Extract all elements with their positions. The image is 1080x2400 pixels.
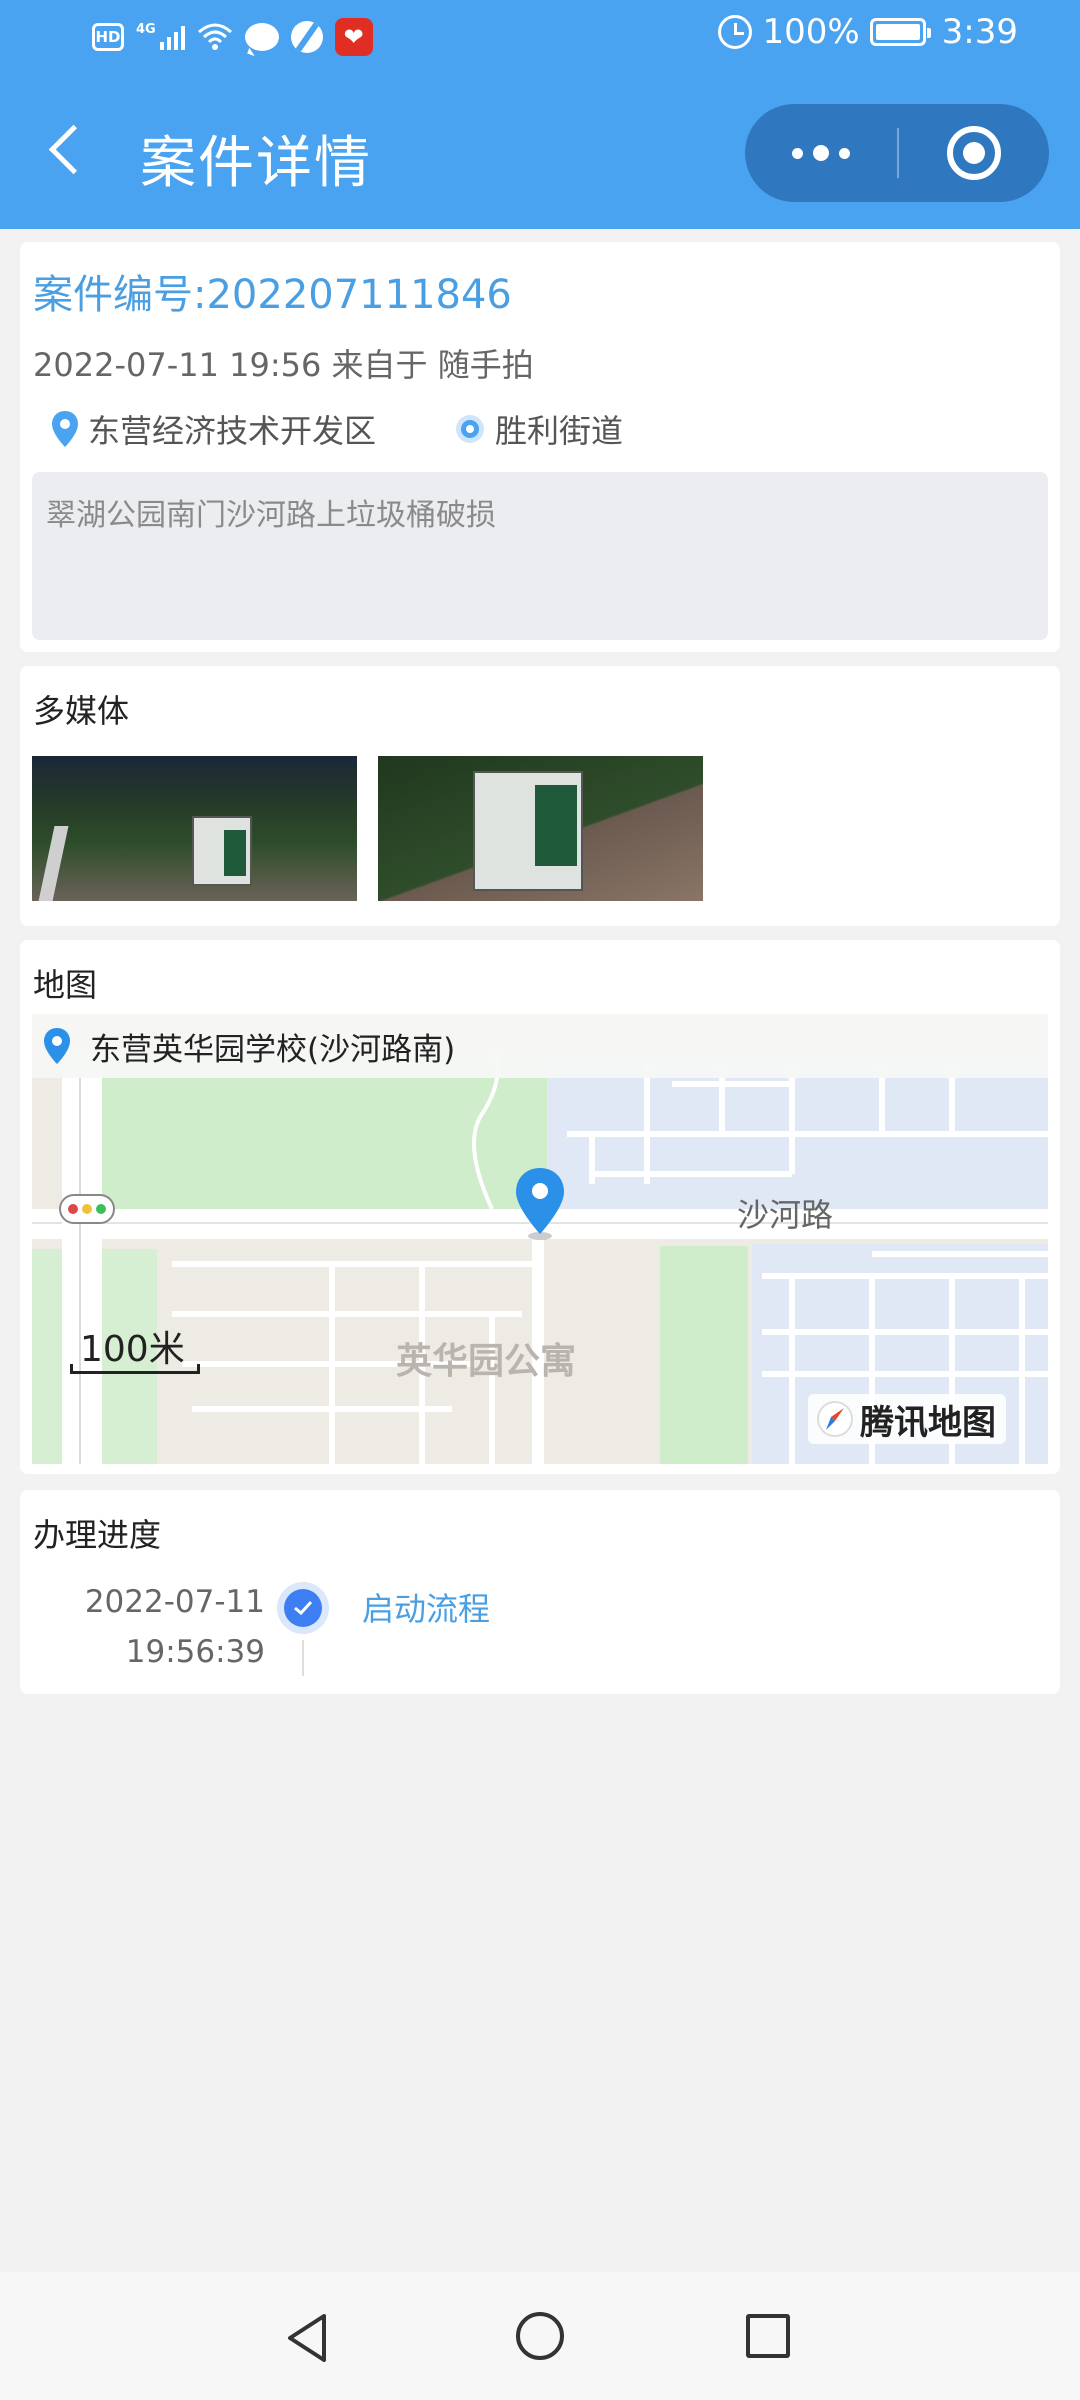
traffic-light-icon bbox=[59, 1194, 115, 1224]
map-place-name: 东营英华园学校(沙河路南) bbox=[90, 1031, 456, 1068]
message-icon bbox=[244, 23, 279, 51]
progress-section-title: 办理进度 bbox=[33, 1516, 162, 1554]
area-label: 英华园公寓 bbox=[396, 1341, 577, 1382]
media-thumbnail[interactable] bbox=[378, 756, 703, 901]
street-label: 胜利街道 bbox=[495, 412, 624, 450]
media-card: 多媒体 bbox=[20, 666, 1060, 926]
map-place-bar[interactable]: 东营英华园学校(沙河路南) bbox=[32, 1014, 1048, 1078]
street-target-icon bbox=[456, 415, 484, 443]
close-miniprogram-button[interactable] bbox=[899, 104, 1049, 202]
location-pin-icon bbox=[44, 1028, 70, 1064]
signal-icon bbox=[159, 24, 185, 50]
target-icon bbox=[947, 126, 1001, 180]
case-meta: 2022-07-11 19:56 来自于 随手拍 bbox=[33, 346, 534, 384]
media-section-title: 多媒体 bbox=[33, 692, 130, 730]
system-nav-bar bbox=[0, 2272, 1080, 2400]
status-bar-right: 100% 3:39 bbox=[718, 12, 1018, 52]
miniprogram-capsule bbox=[745, 104, 1049, 202]
media-thumbnail[interactable] bbox=[32, 756, 357, 901]
hd-icon: HD bbox=[92, 23, 124, 51]
battery-percent: 100% bbox=[762, 12, 860, 52]
progress-date: 2022-07-11 bbox=[84, 1584, 265, 1620]
map-provider-logo: 腾讯地图 bbox=[808, 1394, 1006, 1444]
map-view[interactable]: 东营英华园学校(沙河路南) 沙河路 英华园公寓 100米 腾讯地图 bbox=[32, 1014, 1048, 1464]
alarm-icon bbox=[718, 15, 753, 49]
nav-home-button[interactable] bbox=[516, 2312, 564, 2360]
check-icon bbox=[277, 1582, 329, 1634]
compass-icon bbox=[817, 1401, 853, 1437]
case-street: 胜利街道 bbox=[453, 406, 623, 452]
battery-icon bbox=[869, 18, 931, 46]
status-time: 3:39 bbox=[941, 12, 1018, 52]
case-description: 翠湖公园南门沙河路上垃圾桶破损 bbox=[32, 472, 1048, 640]
more-options-button[interactable] bbox=[745, 104, 897, 202]
nav-recent-apps-button[interactable] bbox=[746, 2314, 790, 2358]
nav-back-button[interactable] bbox=[280, 2308, 340, 2368]
shopping-app-icon: ❤ bbox=[334, 18, 373, 56]
map-card: 地图 东营英华园学校(沙河路南) 沙河路 英华园公寓 100米 腾讯地图 bbox=[20, 940, 1060, 1474]
network-type-label: 4G bbox=[136, 21, 156, 37]
back-button[interactable] bbox=[42, 120, 92, 184]
map-marker-icon bbox=[516, 1168, 564, 1240]
case-number: 案件编号:202207111846 bbox=[33, 272, 512, 318]
case-info-card: 案件编号:202207111846 2022-07-11 19:56 来自于 随… bbox=[20, 242, 1060, 652]
road-label: 沙河路 bbox=[737, 1196, 834, 1234]
progress-card: 办理进度 2022-07-11 19:56:39 启动流程 bbox=[20, 1490, 1060, 1694]
map-scale-bar bbox=[70, 1364, 200, 1374]
map-section-title: 地图 bbox=[33, 966, 98, 1004]
location-pin-icon bbox=[52, 411, 78, 447]
case-district: 东营经济技术开发区 bbox=[50, 406, 376, 452]
app-header: HD 4G ❤ 100% 3:39 案件详情 bbox=[0, 0, 1080, 229]
page-title: 案件详情 bbox=[140, 131, 372, 196]
map-provider-name: 腾讯地图 bbox=[860, 1402, 996, 1443]
wifi-icon bbox=[197, 23, 232, 50]
status-bar-left: HD 4G ❤ bbox=[92, 18, 373, 56]
progress-time: 19:56:39 bbox=[125, 1634, 265, 1670]
timeline-line bbox=[302, 1640, 304, 1676]
district-label: 东营经济技术开发区 bbox=[88, 412, 377, 450]
browser-icon bbox=[290, 21, 323, 53]
progress-step: 启动流程 bbox=[362, 1590, 491, 1628]
